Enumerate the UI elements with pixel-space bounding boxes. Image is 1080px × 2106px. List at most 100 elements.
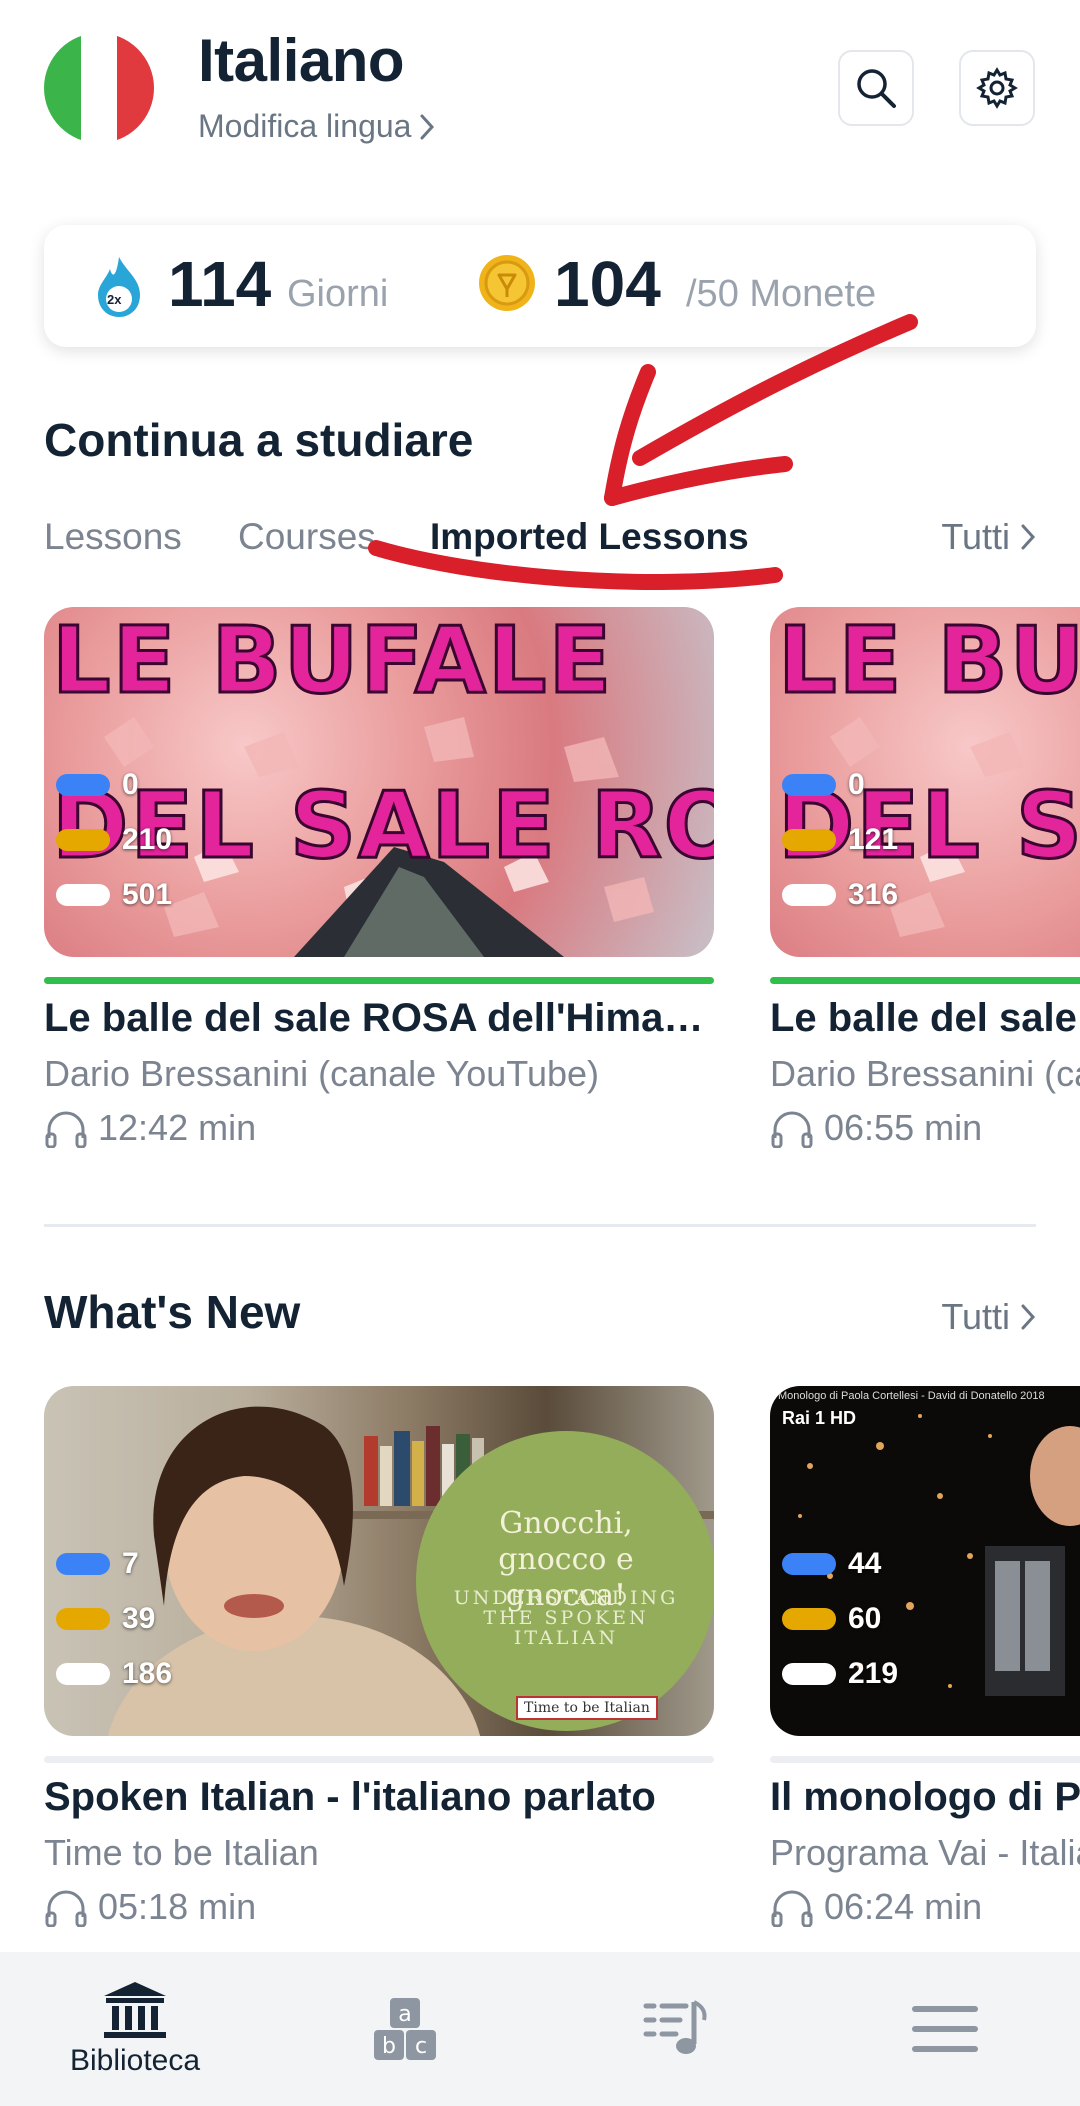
duration-label: 06:24 min [824, 1886, 983, 1927]
progress-bar [770, 1756, 1080, 1763]
learning-words-count: 121 [848, 822, 899, 856]
lesson-duration: 06:24 min [770, 1886, 1080, 1928]
headphones-icon [771, 1890, 813, 1927]
duration-label: 06:55 min [824, 1107, 983, 1148]
search-button[interactable] [838, 50, 914, 126]
lesson-card[interactable]: LE BUFALE DEL SALE ROSA 0 121 316 Le bal… [770, 607, 1080, 1149]
progress-bar [44, 1756, 714, 1763]
bottom-navigation: Biblioteca a b c [0, 1952, 1080, 2106]
coin-icon [479, 255, 535, 311]
nav-label-biblioteca: Biblioteca [69, 2044, 201, 2077]
library-icon [104, 1982, 166, 2038]
coins-value: 104 [554, 248, 661, 320]
language-flag[interactable] [44, 33, 154, 143]
streak-badge: 2x [107, 292, 122, 307]
new-words-pill [56, 773, 110, 796]
whats-new-title: What's New [44, 1286, 301, 1338]
lesson-source: Dario Bressanini (canale YouTube) [770, 1053, 1080, 1094]
new-words-count: 44 [848, 1546, 882, 1580]
svg-text:a: a [398, 2002, 411, 2027]
card-clip: Monologo di Paola Cortellesi - David di … [770, 1386, 1080, 1952]
lesson-card[interactable]: Monologo di Paola Cortellesi - David di … [770, 1386, 1080, 1928]
whats-new-all-label: Tutti [941, 1296, 1010, 1337]
nav-item-vocabulary[interactable]: a b c [270, 1952, 540, 2106]
continue-all-link[interactable]: Tutti [941, 516, 1036, 558]
known-words-pill [782, 1662, 836, 1685]
learning-words-count: 210 [122, 822, 173, 856]
streak-flame-icon [98, 257, 140, 317]
edit-language-link[interactable]: Modifica lingua [198, 108, 435, 145]
thumbnail-title-line1: LE BUFALE [50, 607, 614, 716]
svg-text:b: b [382, 2034, 396, 2059]
known-words-pill [56, 1662, 110, 1685]
lesson-thumbnail: LE BUFALE DEL SALE ROSA 0 121 316 [770, 607, 1080, 957]
new-words-pill [56, 1552, 110, 1575]
word-counts: 7 39 186 [56, 1536, 172, 1701]
progress-bar [44, 977, 714, 984]
word-counts: 44 60 219 [782, 1536, 898, 1701]
new-words-count: 0 [122, 767, 139, 801]
whats-new-all-link[interactable]: Tutti [941, 1296, 1036, 1338]
lesson-card[interactable]: Gnocchi, gnocco e gnocca! UNDERSTANDING … [44, 1386, 714, 1928]
lesson-title: Il monologo di Paola Cortellesi [770, 1775, 1080, 1819]
new-words-pill [782, 773, 836, 796]
known-words-count: 316 [848, 877, 899, 911]
vocabulary-icon: a b c [374, 1998, 436, 2060]
lesson-thumbnail: LE BUFALE DEL SALE ROSA 0 210 501 [44, 607, 714, 957]
known-words-count: 186 [122, 1656, 173, 1690]
learning-words-count: 39 [122, 1601, 156, 1635]
circle-subtitle: UNDERSTANDING THE SPOKEN ITALIAN [453, 1587, 679, 1649]
learning-words-pill [782, 828, 836, 851]
arrow-head-left [604, 364, 656, 506]
word-counts: 0 121 316 [782, 757, 898, 922]
nav-item-biblioteca[interactable]: Biblioteca [0, 1952, 270, 2106]
new-words-count: 0 [848, 767, 865, 801]
card-clip: LE BUFALE DEL SALE ROSA 0 121 316 Le bal… [770, 607, 1080, 1207]
channel-logo: Rai 1 HD [782, 1408, 857, 1428]
lesson-title: Spoken Italian - l'italiano parlato [44, 1775, 656, 1819]
lesson-thumbnail: Monologo di Paola Cortellesi - David di … [770, 1386, 1080, 1736]
continue-all-label: Tutti [941, 516, 1010, 557]
chevron-right-icon [1021, 1304, 1036, 1330]
lesson-source: Time to be Italian [44, 1832, 319, 1873]
duration-label: 12:42 min [98, 1107, 257, 1148]
tab-courses[interactable]: Courses [238, 516, 376, 558]
stats-bar[interactable]: 2x 114 Giorni 104 /50 Monete [44, 225, 1036, 347]
headphones-icon [771, 1111, 813, 1148]
known-words-pill [56, 883, 110, 906]
lesson-card[interactable]: LE BUFALE DEL SALE ROSA 0 210 501 Le bal… [44, 607, 714, 1149]
progress-bar [770, 977, 1080, 984]
section-divider [44, 1224, 1036, 1227]
lesson-source: Dario Bressanini (canale YouTube) [44, 1053, 599, 1094]
lesson-duration: 12:42 min [44, 1107, 714, 1149]
learning-words-pill [782, 1607, 836, 1630]
nav-item-menu[interactable] [810, 1952, 1080, 2106]
settings-button[interactable] [959, 50, 1035, 126]
headphones-icon [45, 1890, 87, 1927]
headphones-icon [45, 1111, 87, 1148]
tab-lessons[interactable]: Lessons [44, 516, 182, 558]
nav-item-playlist[interactable] [540, 1952, 810, 2106]
lesson-duration: 05:18 min [44, 1886, 714, 1928]
learning-words-pill [56, 828, 110, 851]
continue-section-title: Continua a studiare [44, 414, 474, 466]
circle-tag: Time to be Italian [516, 1696, 658, 1720]
new-words-count: 7 [122, 1546, 139, 1580]
learning-words-pill [56, 1607, 110, 1630]
duration-label: 05:18 min [98, 1886, 257, 1927]
lesson-source: Programa Vai - Italiano [770, 1832, 1080, 1873]
edit-language-label: Modifica lingua [198, 108, 412, 144]
menu-icon [912, 2006, 978, 2052]
chevron-right-icon [1021, 524, 1036, 550]
thumbnail-title-line1: LE BUFALE [776, 607, 1080, 716]
chevron-right-icon [420, 114, 435, 139]
streak-value: 114 [168, 248, 272, 320]
lesson-thumbnail: Gnocchi, gnocco e gnocca! UNDERSTANDING … [44, 1386, 714, 1736]
known-words-count: 219 [848, 1656, 899, 1690]
search-icon [857, 69, 896, 108]
svg-text:c: c [415, 2034, 427, 2059]
known-words-count: 501 [122, 877, 173, 911]
tab-imported-lessons[interactable]: Imported Lessons [430, 516, 749, 558]
lesson-duration: 06:55 min [770, 1107, 1080, 1149]
word-counts: 0 210 501 [56, 757, 172, 922]
